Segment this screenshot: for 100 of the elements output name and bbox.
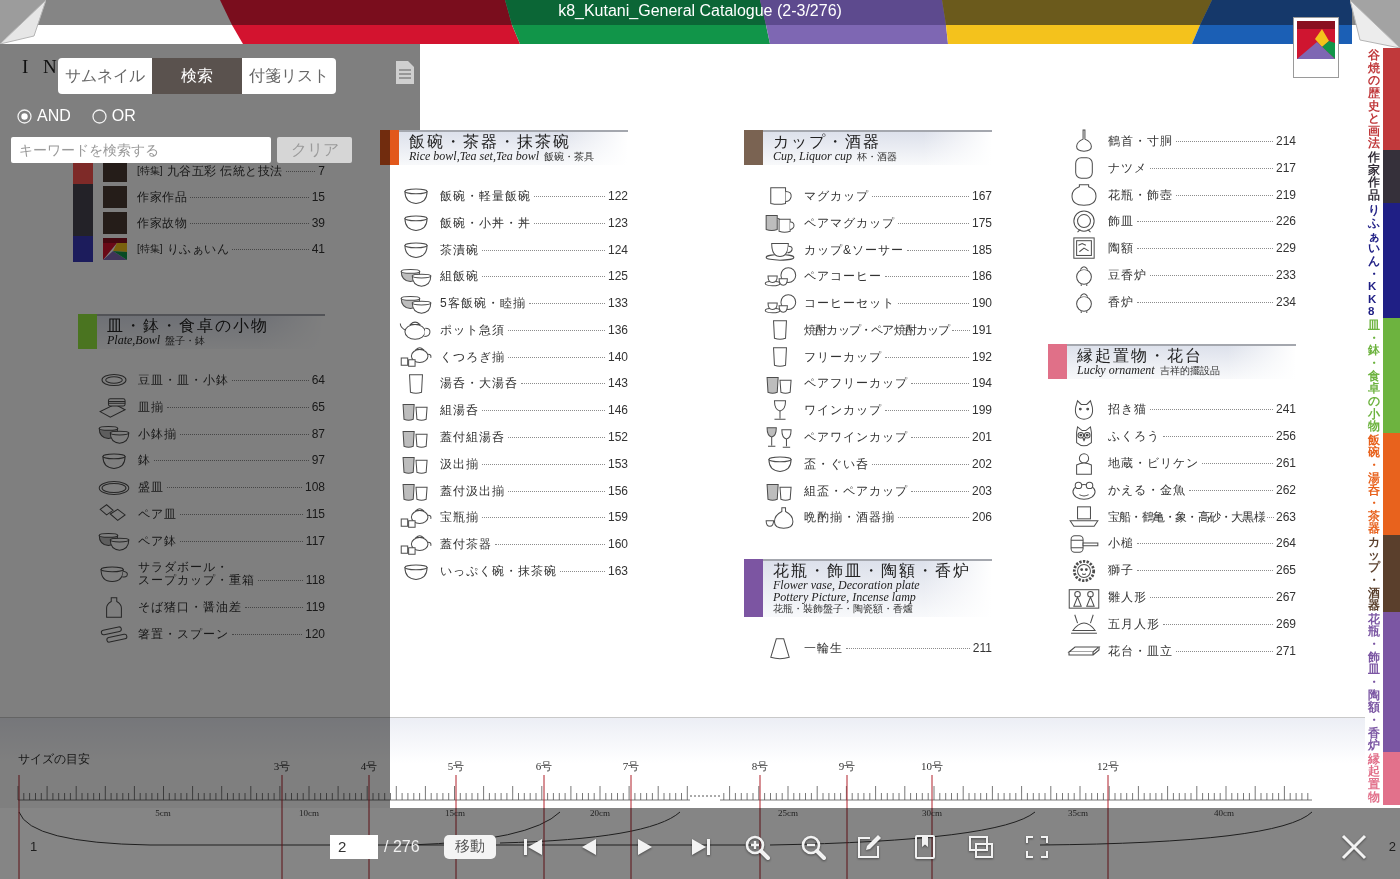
item-name: 陶額 bbox=[1108, 242, 1134, 256]
item-name: ペアフリーカップ bbox=[804, 377, 908, 391]
chapter-tab[interactable]: カップ・酒器 bbox=[1365, 534, 1400, 612]
item-name: 蓋付汲出揃 bbox=[440, 484, 505, 498]
page-number: 217 bbox=[1275, 161, 1296, 175]
page-number: 136 bbox=[607, 323, 628, 337]
page-curl-icon bbox=[1350, 0, 1400, 48]
chapter-title: 作家作品 bbox=[137, 188, 187, 206]
item-name: サラダボール・ bbox=[138, 561, 229, 575]
page-number: 211 bbox=[972, 642, 992, 656]
radio-option[interactable]: OR bbox=[91, 107, 136, 125]
page-number: 233 bbox=[1275, 268, 1296, 282]
item-name: 蓋付組湯呑 bbox=[440, 431, 505, 445]
item-name: 焼酎カップ・ペア焼酎カップ bbox=[804, 323, 950, 337]
section-title: 皿・鉢・食卓の小物 bbox=[107, 317, 270, 334]
item-name: 茶漬碗 bbox=[440, 243, 479, 257]
section-note: 飯碗・茶具 bbox=[544, 151, 595, 163]
section-subtitle: Pottery Picture, Incense lamp bbox=[773, 591, 916, 604]
section-subtitle: Plate,Bowl bbox=[107, 334, 160, 346]
item-name: 晩酌揃・酒器揃 bbox=[804, 511, 895, 525]
item-name: ナツメ bbox=[1108, 161, 1147, 175]
photo-placeholder bbox=[103, 186, 127, 208]
cm-label: 40cm bbox=[1214, 808, 1234, 818]
chapter-tab[interactable]: りふぁいん・KK8 bbox=[1365, 203, 1400, 319]
radio-icon[interactable] bbox=[91, 108, 107, 124]
page-number: 15 bbox=[311, 190, 325, 204]
page-number: 156 bbox=[607, 484, 628, 498]
page-number: 185 bbox=[971, 243, 992, 257]
item-name: ふくろう bbox=[1108, 430, 1160, 444]
page-number: 133 bbox=[607, 297, 628, 311]
page-number: 120 bbox=[304, 628, 325, 642]
item-name: 組湯呑 bbox=[440, 404, 479, 418]
page-number: 265 bbox=[1275, 564, 1296, 578]
cm-label: 5cm bbox=[155, 808, 171, 818]
section-title: 飯碗・茶器・抹茶碗 bbox=[409, 133, 572, 150]
section-subtitle: Lucky ornament bbox=[1077, 363, 1155, 376]
feature-tag: [特集] bbox=[137, 164, 163, 178]
chapter-tab[interactable]: 縁起置物 bbox=[1365, 751, 1400, 805]
tab[interactable]: 検索 bbox=[152, 58, 242, 94]
item-name: 小槌 bbox=[1108, 537, 1134, 551]
page-number: 206 bbox=[971, 511, 992, 525]
section-subtitle: Flower vase, Decoration plate bbox=[773, 579, 920, 592]
teapot-set-icon bbox=[398, 532, 434, 557]
boat-icon bbox=[1066, 505, 1102, 530]
item-name: マグカップ bbox=[804, 189, 869, 203]
radio-icon[interactable] bbox=[17, 108, 32, 124]
go-button[interactable]: 移動 bbox=[444, 834, 496, 859]
page-number: 146 bbox=[607, 404, 628, 418]
item-name: 箸置・スプーン bbox=[138, 628, 229, 642]
teapot-set-icon bbox=[398, 505, 434, 530]
page-number: 163 bbox=[607, 565, 628, 579]
search-field[interactable]: キーワードを検索する bbox=[11, 137, 271, 163]
size-label: 12号 bbox=[1097, 760, 1119, 773]
page-number: 152 bbox=[607, 431, 628, 445]
chapter-tab[interactable]: 花瓶・飾皿・陶額・香炉 bbox=[1365, 611, 1400, 752]
item-name: くつろぎ揃 bbox=[440, 350, 505, 364]
tab[interactable]: 付箋リスト bbox=[242, 58, 336, 94]
cm-label: 25cm bbox=[778, 808, 798, 818]
cm-label: 30cm bbox=[922, 808, 942, 818]
section-note: 花瓶・裝飾盤子・陶瓷額・香爐 bbox=[773, 603, 913, 616]
page-number: 203 bbox=[971, 484, 992, 498]
cm-label: 10cm bbox=[299, 808, 319, 818]
item-name: かえる・金魚 bbox=[1108, 483, 1186, 497]
stand-icon bbox=[1066, 645, 1102, 658]
coffee-set-icon bbox=[762, 291, 798, 316]
item-name: 鶴首・寸胴 bbox=[1108, 134, 1173, 148]
size-label: 5号 bbox=[447, 760, 465, 773]
item-name: 鉢 bbox=[138, 454, 151, 468]
chapter-tab[interactable]: 作家作品 bbox=[1365, 150, 1400, 204]
size-label: 10号 bbox=[921, 760, 943, 773]
item-name: 五月人形 bbox=[1108, 617, 1160, 631]
page-number: 175 bbox=[971, 216, 992, 230]
page-input[interactable]: 2 bbox=[330, 834, 378, 859]
item-name: 飯碗・軽量飯碗 bbox=[440, 189, 531, 203]
page-number: 190 bbox=[971, 297, 992, 311]
page-number: 153 bbox=[607, 457, 628, 471]
page-number: 234 bbox=[1275, 295, 1296, 309]
page-number: 219 bbox=[1275, 188, 1296, 202]
page-number: 97 bbox=[311, 454, 325, 468]
item-name: ポット急須 bbox=[440, 323, 505, 337]
pencil-square-icon[interactable] bbox=[855, 832, 883, 861]
item-name: 豆皿・皿・小鉢 bbox=[138, 373, 229, 387]
chapter-tab[interactable]: 谷焼の歴史と画法 bbox=[1365, 48, 1400, 151]
page-number: 122 bbox=[607, 189, 628, 203]
page-number: 241 bbox=[1275, 403, 1296, 417]
page-number: 261 bbox=[1275, 457, 1296, 471]
section-subtitle: Cup, Liquor cup bbox=[773, 150, 852, 162]
size-guide-label: サイズの目安 bbox=[18, 752, 90, 766]
page-number: 269 bbox=[1275, 617, 1296, 631]
chapter-title: りふぁいん bbox=[166, 240, 230, 258]
chapter-tab[interactable]: 飯碗・湯呑・茶器 bbox=[1365, 432, 1400, 535]
section-note: 吉祥的擺設品 bbox=[1159, 364, 1220, 377]
item-name: 組盃・ペアカップ bbox=[804, 484, 908, 498]
page-number: 229 bbox=[1275, 242, 1296, 256]
item-name: いっぷく碗・抹茶碗 bbox=[440, 565, 557, 579]
size-label: 7号 bbox=[622, 760, 640, 773]
cm-label: 20cm bbox=[590, 808, 610, 818]
radio-option[interactable]: AND bbox=[17, 107, 71, 125]
page-number: 201 bbox=[971, 431, 992, 445]
document-icon[interactable] bbox=[395, 60, 415, 85]
